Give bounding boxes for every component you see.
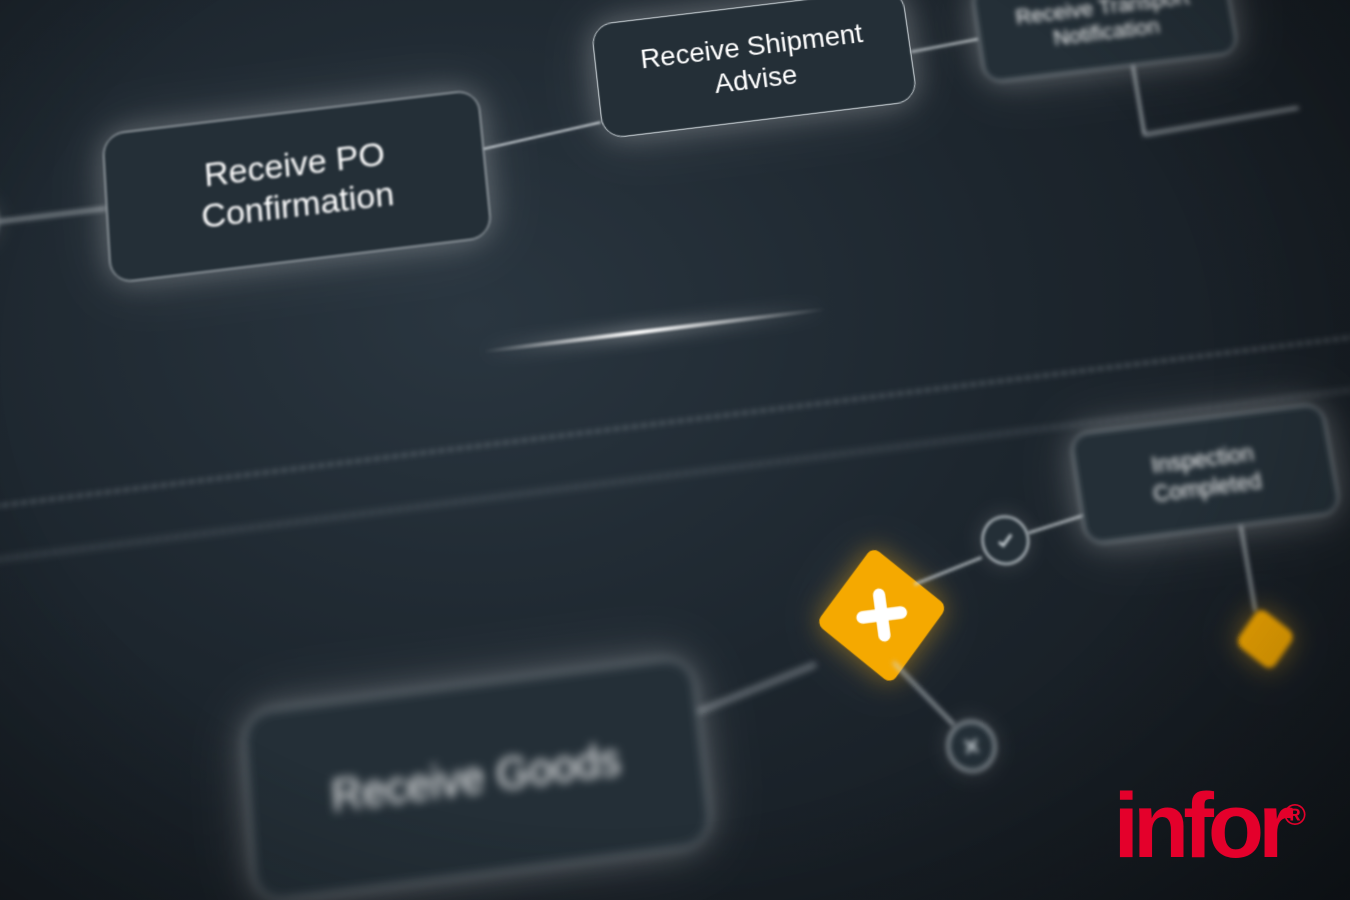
- node-label-line: Receive Goods: [330, 735, 623, 821]
- event-cross-icon: [944, 718, 999, 775]
- connector: [1143, 107, 1298, 136]
- flow-node-receive-shipment[interactable]: Receive Shipment Advise: [590, 0, 918, 139]
- flow-node-receive-goods[interactable]: Receive Goods: [242, 656, 713, 900]
- cross-icon: [958, 733, 984, 760]
- flow-node-receive-transport[interactable]: Receive Transport Notification: [971, 0, 1239, 83]
- connector: [914, 556, 982, 585]
- connector: [698, 663, 816, 712]
- connector: [0, 208, 106, 223]
- connector: [911, 38, 979, 53]
- connector: [1240, 526, 1257, 612]
- node-label-line: Advise: [713, 59, 799, 99]
- flow-node-receive-po[interactable]: Receive PO Confirmation: [102, 89, 493, 284]
- gateway-small[interactable]: [1235, 607, 1296, 672]
- brand-logo: infor®: [1113, 780, 1300, 872]
- connector: [1028, 514, 1085, 534]
- flow-node-inspection-completed[interactable]: Inspection Completed: [1069, 403, 1341, 545]
- connector: [1132, 65, 1145, 134]
- connector: [893, 661, 955, 725]
- highlight-streak-icon: [483, 307, 826, 353]
- brand-name: infor: [1113, 775, 1287, 877]
- trademark-icon: ®: [1284, 799, 1300, 832]
- plus-icon: [849, 581, 915, 649]
- check-icon: [992, 527, 1018, 553]
- connector: [484, 121, 601, 150]
- process-canvas: Receive PO Confirmation Receive Shipment…: [0, 0, 1350, 900]
- gateway-parallel[interactable]: [816, 547, 948, 685]
- event-check-icon: [978, 513, 1032, 568]
